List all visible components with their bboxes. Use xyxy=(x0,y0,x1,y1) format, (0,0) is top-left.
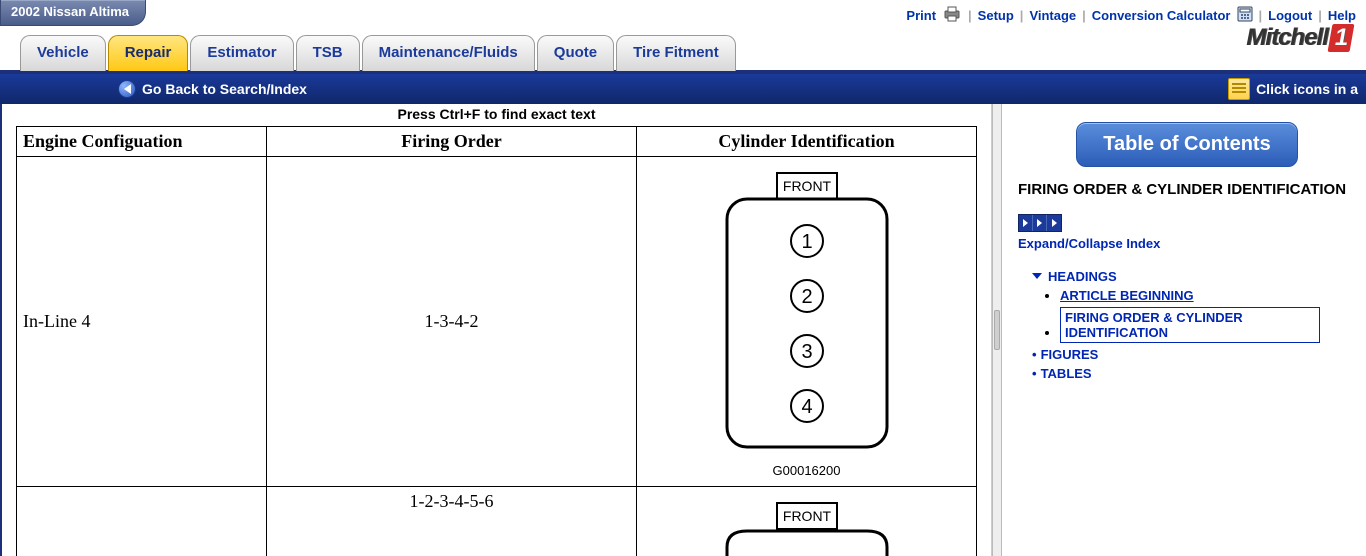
tab-quote[interactable]: Quote xyxy=(537,35,614,71)
tree-node-figures[interactable]: • FIGURES xyxy=(1032,347,1098,362)
expand-collapse-link[interactable]: Expand/Collapse Index xyxy=(1018,236,1356,251)
figure-code: G00016200 xyxy=(643,463,970,478)
tab-tire-fitment[interactable]: Tire Fitment xyxy=(616,35,736,71)
printer-icon[interactable] xyxy=(942,6,962,25)
help-link[interactable]: Help xyxy=(1328,8,1356,23)
cell-order: 1-2-3-4-5-6 xyxy=(267,487,637,556)
th-cyl: Cylinder Identification xyxy=(637,127,977,157)
find-hint: Press Ctrl+F to find exact text xyxy=(2,104,991,126)
expand-collapse-icon[interactable] xyxy=(1018,214,1062,232)
tree-node-tables[interactable]: • TABLES xyxy=(1032,366,1092,381)
brand-logo: Mitchell1 xyxy=(1246,24,1352,52)
cell-order: 1-3-4-2 xyxy=(267,157,637,487)
cell-engine xyxy=(17,487,267,556)
cell-cylinder-diagram: FRONT 1 2 3 4 G00016200 xyxy=(637,157,977,487)
svg-text:FRONT: FRONT xyxy=(782,178,831,194)
tree-link-current[interactable]: FIRING ORDER & CYLINDER IDENTIFICATION xyxy=(1060,307,1320,343)
tab-estimator[interactable]: Estimator xyxy=(190,35,293,71)
calculator-icon[interactable] xyxy=(1237,6,1253,25)
cylinder-diagram-icon: FRONT xyxy=(707,497,907,556)
tab-maintenance[interactable]: Maintenance/Fluids xyxy=(362,35,535,71)
breadcrumb[interactable]: 2002 Nissan Altima xyxy=(0,0,146,26)
separator: | xyxy=(1259,8,1263,23)
notes-icon[interactable] xyxy=(1228,78,1250,100)
cell-engine: In-Line 4 xyxy=(17,157,267,487)
top-links: Print | Setup | Vintage | Conversion Cal… xyxy=(906,0,1366,25)
vintage-link[interactable]: Vintage xyxy=(1029,8,1076,23)
sidebar: Table of Contents FIRING ORDER & CYLINDE… xyxy=(1002,104,1366,556)
tree-link-article-beginning[interactable]: ARTICLE BEGINNING xyxy=(1060,288,1194,303)
print-link[interactable]: Print xyxy=(906,8,936,23)
tabs: Vehicle Repair Estimator TSB Maintenance… xyxy=(0,30,1366,74)
splitter[interactable] xyxy=(992,104,1002,556)
table-row: 1-2-3-4-5-6 FRONT xyxy=(17,487,977,556)
setup-link[interactable]: Setup xyxy=(978,8,1014,23)
goback-link[interactable]: Go Back to Search/Index xyxy=(142,81,307,97)
tree-item: ARTICLE BEGINNING xyxy=(1060,288,1356,303)
hint-text: Click icons in a xyxy=(1256,81,1358,97)
firing-order-table: Engine Configuation Firing Order Cylinde… xyxy=(16,126,977,556)
back-arrow-icon[interactable] xyxy=(118,80,136,98)
th-order: Firing Order xyxy=(267,127,637,157)
content-scroll[interactable]: Engine Configuation Firing Order Cylinde… xyxy=(2,126,991,556)
article-title: FIRING ORDER & CYLINDER IDENTIFICATION xyxy=(1018,181,1356,198)
logout-link[interactable]: Logout xyxy=(1268,8,1312,23)
separator: | xyxy=(1020,8,1024,23)
tab-repair[interactable]: Repair xyxy=(108,35,189,71)
svg-text:FRONT: FRONT xyxy=(782,508,831,524)
tree-item: FIRING ORDER & CYLINDER IDENTIFICATION xyxy=(1060,307,1356,343)
index-tree: HEADINGS ARTICLE BEGINNING FIRING ORDER … xyxy=(1018,267,1356,381)
toc-button[interactable]: Table of Contents xyxy=(1076,122,1297,167)
th-engine: Engine Configuation xyxy=(17,127,267,157)
tab-vehicle[interactable]: Vehicle xyxy=(20,35,106,71)
goback-bar: Go Back to Search/Index Click icons in a xyxy=(0,74,1366,104)
svg-text:2: 2 xyxy=(801,286,812,308)
svg-text:3: 3 xyxy=(801,341,812,363)
separator: | xyxy=(968,8,972,23)
content-pane: Press Ctrl+F to find exact text Engine C… xyxy=(2,104,992,556)
tab-tsb[interactable]: TSB xyxy=(296,35,360,71)
conversion-calc-link[interactable]: Conversion Calculator xyxy=(1092,8,1231,23)
cell-cylinder-diagram: FRONT xyxy=(637,487,977,556)
table-row: In-Line 4 1-3-4-2 FRONT 1 2 3 xyxy=(17,157,977,487)
tree-node-headings[interactable]: HEADINGS xyxy=(1032,269,1117,284)
svg-text:1: 1 xyxy=(801,231,812,253)
cylinder-diagram-icon: FRONT 1 2 3 4 xyxy=(707,171,907,461)
separator: | xyxy=(1082,8,1086,23)
separator: | xyxy=(1318,8,1322,23)
svg-text:4: 4 xyxy=(801,396,812,418)
